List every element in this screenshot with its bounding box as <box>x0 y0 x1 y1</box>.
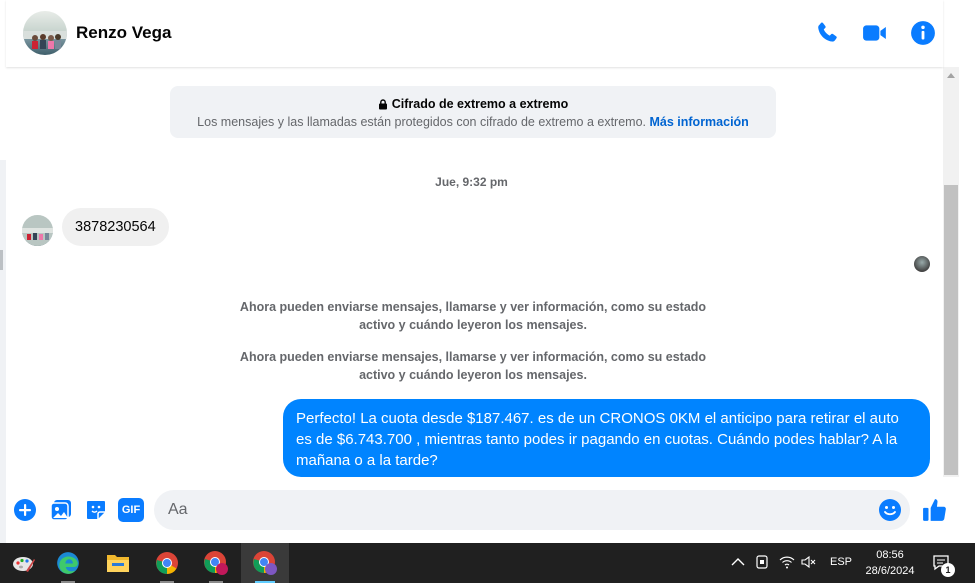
device-icon[interactable] <box>755 554 769 570</box>
contact-name[interactable]: Renzo Vega <box>76 23 171 43</box>
video-camera-icon[interactable] <box>862 20 888 46</box>
encryption-description: Los mensajes y las llamadas están proteg… <box>197 115 647 129</box>
scrollbar[interactable] <box>943 67 959 477</box>
volume-muted-icon[interactable] <box>801 555 817 569</box>
thumbs-up-icon[interactable] <box>922 497 948 523</box>
encryption-title: Cifrado de extremo a extremo <box>391 97 569 111</box>
chrome-profile-active-icon[interactable] <box>241 543 289 583</box>
chrome-icon[interactable] <box>143 543 191 583</box>
plus-icon[interactable] <box>13 498 37 522</box>
gif-icon[interactable]: GIF <box>118 498 144 522</box>
system-clock[interactable]: 08:56 28/6/2024 <box>862 547 918 579</box>
sticker-icon[interactable] <box>84 498 108 522</box>
message-timestamp: Jue, 9:32 pm <box>435 175 508 189</box>
scroll-up-arrow-icon[interactable] <box>947 73 955 78</box>
message-input[interactable]: Aa <box>154 490 910 530</box>
lock-icon <box>378 98 387 109</box>
info-icon[interactable] <box>910 20 936 46</box>
read-receipt-avatar <box>914 256 930 272</box>
encryption-notice: Cifrado de extremo a extremo Los mensaje… <box>170 86 776 138</box>
messenger-window: Renzo Vega Cifrado de extremo a extremo <box>0 0 975 583</box>
wifi-icon[interactable] <box>779 555 795 569</box>
more-info-link[interactable]: Más información <box>650 115 749 129</box>
incoming-message[interactable]: 3878230564 <box>62 208 169 246</box>
sender-avatar[interactable] <box>22 215 53 246</box>
chrome-profile-icon[interactable] <box>192 543 240 583</box>
phone-icon[interactable] <box>814 20 840 46</box>
message-input-placeholder: Aa <box>168 501 188 518</box>
file-explorer-icon[interactable] <box>94 543 142 583</box>
scroll-thumb[interactable] <box>944 185 958 475</box>
resize-handle[interactable] <box>0 250 3 270</box>
chevron-up-icon[interactable] <box>731 557 745 567</box>
language-indicator[interactable]: ESP <box>830 556 852 568</box>
avatar[interactable] <box>23 11 67 55</box>
system-message: Ahora pueden enviarse mensajes, llamarse… <box>239 350 707 382</box>
emoji-icon[interactable] <box>878 498 902 522</box>
taskbar: ESP 08:56 28/6/2024 1 <box>0 543 975 583</box>
paint-icon[interactable] <box>0 543 48 583</box>
image-icon[interactable] <box>49 498 73 522</box>
outgoing-message[interactable]: Perfecto! La cuota desde $187.467. es de… <box>283 399 930 477</box>
message-composer: GIF Aa <box>6 485 975 543</box>
system-message: Ahora pueden enviarse mensajes, llamarse… <box>239 300 707 332</box>
chat-header: Renzo Vega <box>6 0 943 67</box>
notification-count-badge: 1 <box>941 563 955 577</box>
edge-icon[interactable] <box>44 543 92 583</box>
